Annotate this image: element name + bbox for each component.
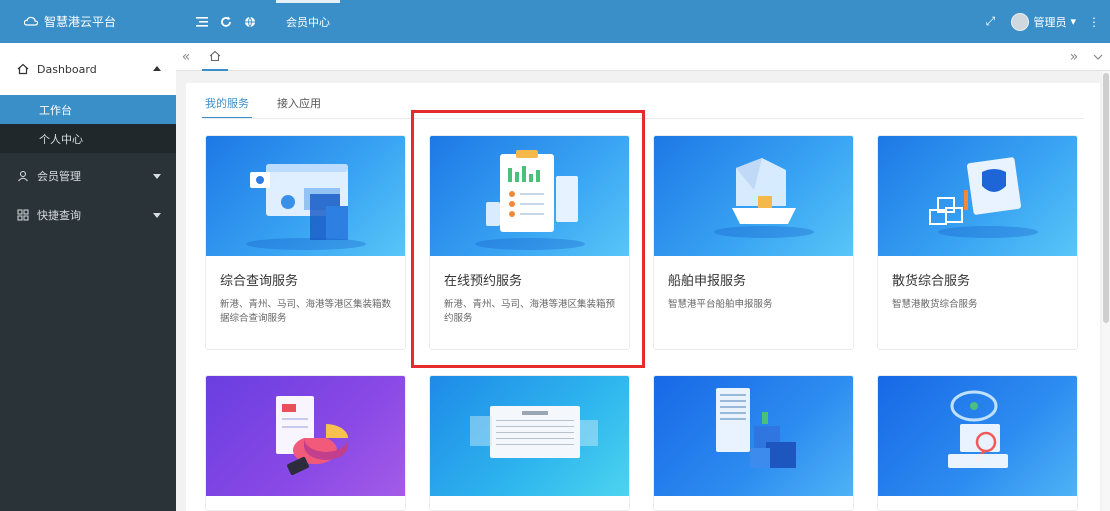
avatar (1011, 12, 1030, 31)
ship-declaration-icon (714, 158, 814, 238)
card-illustration (878, 136, 1077, 256)
scroll-left-icon[interactable]: « (176, 43, 196, 71)
sidebar-group-label: Dashboard (37, 62, 97, 76)
scrollbar[interactable] (1102, 71, 1110, 511)
home-icon (17, 63, 29, 75)
scrollbar-thumb[interactable] (1103, 73, 1109, 323)
search-analytics-icon (948, 390, 1008, 468)
scroll-right-icon[interactable]: » (1062, 43, 1086, 71)
top-bar: 智慧港云平台 会员中心 ⤢ 管理员 ▾ ⋮ (0, 0, 1110, 43)
dashboard-illustration-icon (246, 164, 366, 250)
service-card[interactable] (205, 375, 406, 511)
refresh-icon[interactable] (214, 0, 238, 43)
service-card[interactable]: 综合查询服务 新港、青州、马司、海港等港区集装箱数据综合查询服务 (205, 135, 406, 350)
card-title: 散货综合服务 (892, 274, 971, 289)
card-illustration (206, 136, 405, 256)
query-icon (17, 209, 29, 221)
tab-label: 会员中心 (286, 15, 330, 29)
service-card[interactable] (877, 375, 1078, 511)
card-description: 新港、青州、马司、海港等港区集装箱数据综合查询服务 (220, 299, 392, 324)
chevron-down-icon (153, 213, 161, 218)
tab-connected-apps[interactable]: 接入应用 (274, 95, 324, 119)
card-title: 综合查询服务 (220, 274, 299, 289)
sidebar-item-label: 会员管理 (37, 169, 81, 183)
cloud-logo-icon (24, 16, 38, 26)
sidebar-item-quick-query[interactable]: 快捷查询 (0, 195, 176, 234)
service-card[interactable]: 船舶申报服务 智慧港平台船舶申报服务 (653, 135, 854, 350)
chevron-down-icon[interactable] (1086, 43, 1110, 71)
home-tab-icon[interactable] (202, 43, 228, 71)
card-description: 智慧港平台船舶申报服务 (668, 299, 773, 310)
sidebar-item-label: 快捷查询 (37, 208, 81, 222)
sidebar: Dashboard 工作台 个人中心 会员管理 快捷查询 (0, 43, 176, 511)
sidebar-group-dashboard[interactable]: Dashboard (0, 43, 176, 95)
tab-my-services[interactable]: 我的服务 (202, 95, 252, 119)
user-name: 管理员 (1033, 15, 1067, 29)
page-tab-strip: « » (176, 43, 1110, 71)
pie-chart-report-icon (276, 396, 348, 476)
card-illustration (206, 376, 405, 496)
globe-icon[interactable] (238, 0, 262, 43)
app-title: 智慧港云平台 (44, 15, 117, 29)
chevron-down-icon (153, 174, 161, 179)
service-card[interactable]: 散货综合服务 智慧港散货综合服务 (877, 135, 1078, 350)
user-menu[interactable]: 管理员 ▾ (1011, 12, 1076, 31)
chevron-up-icon (153, 66, 161, 71)
document-form-icon (470, 406, 598, 458)
service-card[interactable] (653, 375, 854, 511)
card-title: 船舶申报服务 (668, 274, 747, 289)
tab-member-center[interactable]: 会员中心 (276, 0, 340, 43)
menu-toggle-icon[interactable] (190, 0, 214, 43)
highlight-box (411, 110, 645, 368)
fullscreen-icon[interactable]: ⤢ (979, 14, 1001, 29)
more-icon[interactable]: ⋮ (1086, 15, 1102, 29)
container-stack-icon (716, 388, 796, 468)
card-illustration (654, 136, 853, 256)
service-tabs: 我的服务 接入应用 (202, 95, 324, 119)
user-icon (17, 170, 29, 182)
sidebar-item-member-management[interactable]: 会员管理 (0, 156, 176, 195)
card-illustration (430, 376, 629, 496)
brand[interactable]: 智慧港云平台 (0, 0, 176, 43)
card-illustration (654, 376, 853, 496)
card-illustration (878, 376, 1077, 496)
bulk-cargo-icon (929, 157, 1038, 238)
chevron-down-icon: ▾ (1070, 15, 1076, 28)
sidebar-item-workbench[interactable]: 工作台 (0, 95, 176, 124)
card-description: 智慧港散货综合服务 (892, 299, 978, 310)
service-card[interactable] (429, 375, 630, 511)
sidebar-item-personal-center[interactable]: 个人中心 (0, 124, 176, 153)
